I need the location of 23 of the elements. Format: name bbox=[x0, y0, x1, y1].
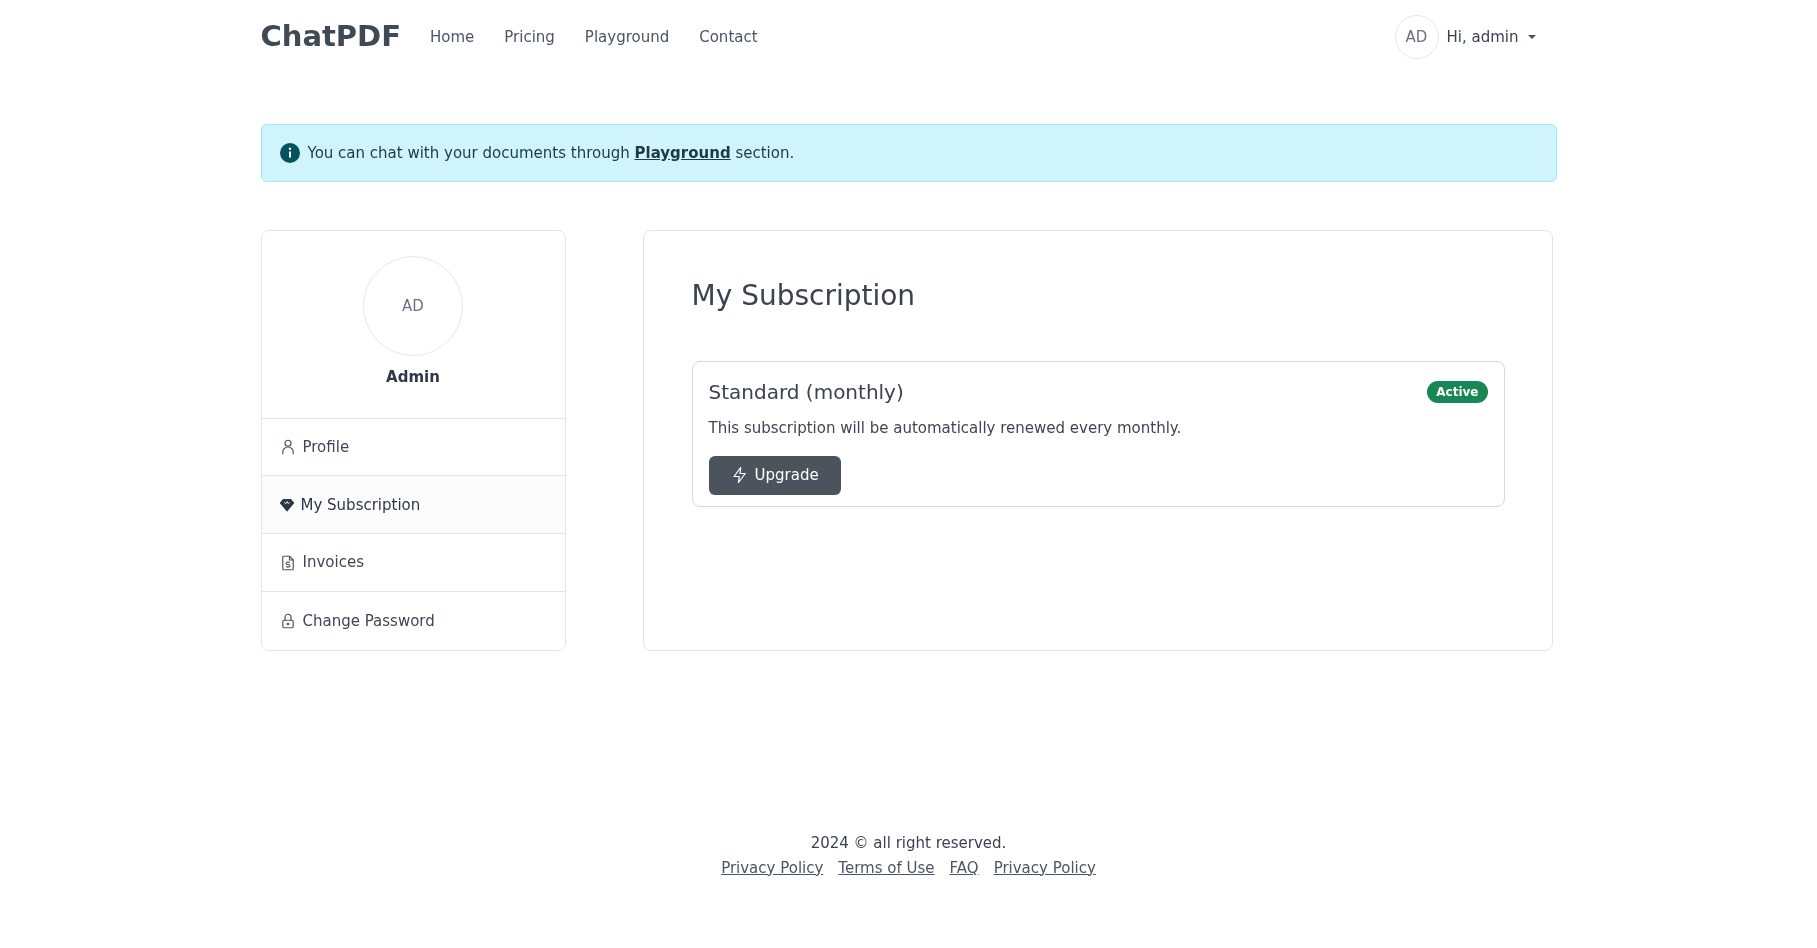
nav-link[interactable]: Playground bbox=[569, 17, 685, 57]
footer-link[interactable]: Privacy Policy bbox=[993, 856, 1096, 879]
page-title: My Subscription bbox=[691, 278, 917, 314]
subscription-description: This subscription will be automatically renewed every monthly. bbox=[708, 418, 1183, 439]
status-badge: Active bbox=[1427, 381, 1488, 403]
copyright-text: 2024 © all right reserved. bbox=[810, 833, 1007, 854]
info-icon bbox=[279, 143, 300, 163]
alert-message: You can chat with your documents through Playground section. bbox=[307, 142, 795, 164]
nav-link[interactable]: Contact bbox=[684, 17, 773, 57]
footer-link[interactable]: Privacy Policy bbox=[721, 856, 824, 879]
footer-link[interactable]: Terms of Use bbox=[838, 856, 935, 879]
plan-name: Standard (monthly) bbox=[708, 379, 904, 406]
caret-icon bbox=[1526, 34, 1537, 40]
profile-name: Admin bbox=[386, 367, 440, 388]
user-menu[interactable]: Hi, admin bbox=[1446, 25, 1557, 49]
footer-link[interactable]: FAQ bbox=[949, 856, 979, 879]
playground-link[interactable]: Playground bbox=[634, 143, 731, 162]
logo[interactable]: ChatPDF bbox=[260, 15, 401, 59]
nav-link[interactable]: Home bbox=[415, 17, 490, 57]
diamond-icon bbox=[278, 496, 295, 513]
nav-link[interactable]: Pricing bbox=[489, 17, 570, 57]
lightning-icon bbox=[730, 466, 749, 484]
upgrade-button[interactable]: Upgrade bbox=[708, 455, 841, 495]
